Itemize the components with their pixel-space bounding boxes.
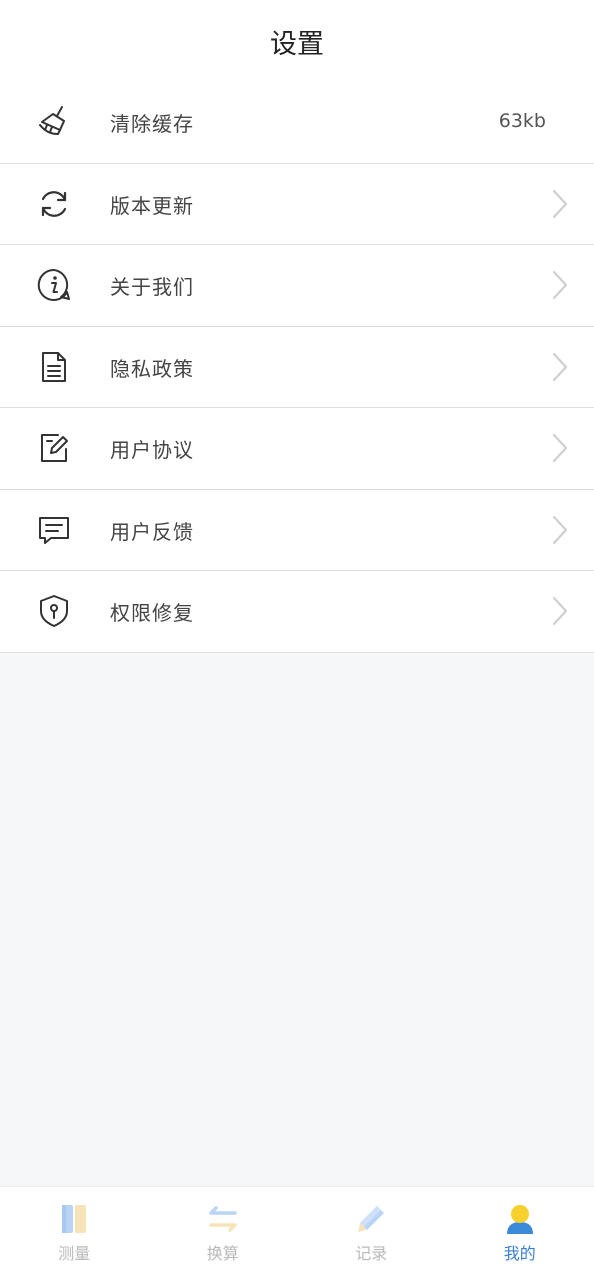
about-us-label: 关于我们 — [110, 275, 194, 299]
settings-list: 清除缓存 63kb 版本更新 关于我们 隐私政策 用户协议 用户反馈 权限修复 — [0, 82, 594, 653]
user-feedback-label: 用户反馈 — [110, 519, 194, 544]
bottom-tab-bar: 测量 换算 记录 我的 — [0, 1186, 594, 1280]
tab-measure[interactable]: 测量 — [0, 1187, 149, 1280]
chevron-right-icon — [552, 189, 568, 219]
refresh-icon — [36, 186, 72, 222]
user-agreement-row[interactable]: 用户协议 — [0, 408, 594, 490]
page-title-text: 设置 — [270, 29, 324, 60]
message-icon — [36, 512, 72, 548]
privacy-policy-label: 隐私政策 — [110, 356, 194, 381]
about-us-row[interactable]: 关于我们 — [0, 245, 594, 327]
shield-icon — [36, 593, 72, 629]
edit-icon — [36, 430, 72, 466]
chevron-right-icon — [552, 352, 568, 382]
user-icon — [504, 1203, 536, 1235]
cache-size-value: 63kb — [498, 110, 546, 132]
tab-mine[interactable]: 我的 — [446, 1187, 594, 1280]
header: 设置 — [0, 0, 594, 82]
ruler-icon — [58, 1203, 90, 1235]
pencil-icon — [355, 1203, 387, 1235]
version-update-row[interactable]: 版本更新 — [0, 163, 594, 245]
privacy-policy-row[interactable]: 隐私政策 — [0, 326, 594, 408]
permission-repair-label: 权限修复 — [110, 601, 194, 625]
chevron-right-icon — [552, 596, 568, 626]
tab-mine-label: 我的 — [503, 1244, 536, 1263]
settings-page: 设置 清除缓存 63kb 版本更新 关于我们 隐私政策 用户协议 用户反馈 权限… — [0, 0, 594, 1280]
chevron-right-icon — [552, 270, 568, 300]
user-feedback-row[interactable]: 用户反馈 — [0, 489, 594, 571]
version-update-label: 版本更新 — [110, 193, 194, 218]
document-icon — [36, 349, 72, 385]
chevron-right-icon — [552, 433, 568, 463]
tab-convert[interactable]: 换算 — [149, 1187, 298, 1280]
tab-measure-label: 测量 — [58, 1244, 91, 1263]
clear-cache-row[interactable]: 清除缓存 63kb — [0, 82, 594, 164]
chevron-right-icon — [552, 515, 568, 545]
broom-icon — [36, 104, 72, 140]
info-icon — [36, 267, 72, 303]
page-title: 设置 — [0, 22, 594, 61]
clear-cache-label: 清除缓存 — [110, 112, 194, 136]
tab-convert-label: 换算 — [206, 1244, 239, 1263]
exchange-icon — [207, 1203, 239, 1235]
tab-records[interactable]: 记录 — [297, 1187, 446, 1280]
tab-records-label: 记录 — [355, 1244, 388, 1263]
page-title-highlight: 设置 — [269, 22, 325, 61]
user-agreement-label: 用户协议 — [110, 438, 194, 462]
permission-repair-row[interactable]: 权限修复 — [0, 571, 594, 653]
